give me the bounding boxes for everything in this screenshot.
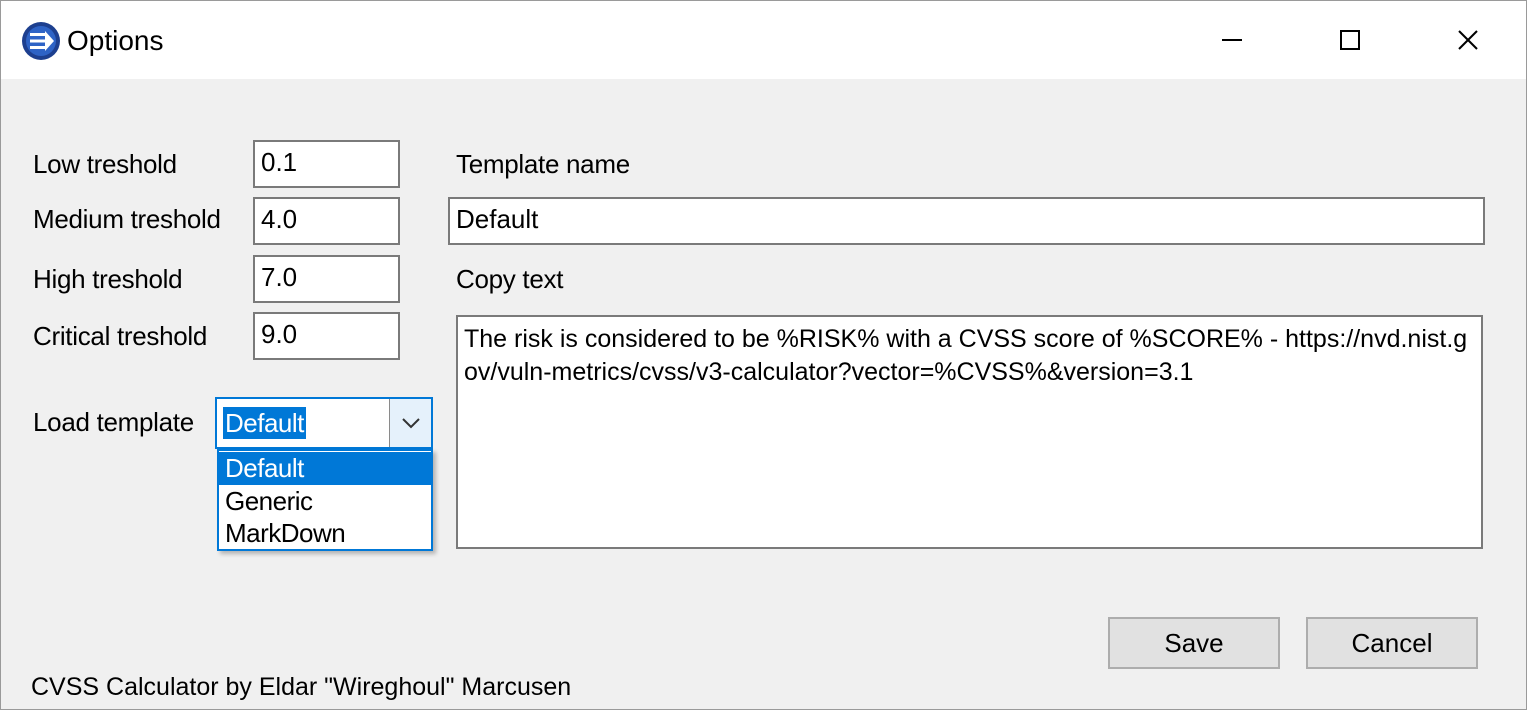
dropdown-option-default[interactable]: Default — [219, 452, 431, 485]
load-template-dropdown-list: Default Generic MarkDown — [217, 449, 433, 551]
low-threshold-input[interactable]: 0.1 — [253, 140, 400, 188]
high-threshold-label: High treshold — [33, 264, 183, 294]
dropdown-option-generic[interactable]: Generic — [219, 485, 431, 518]
cvss-app-icon — [22, 22, 60, 60]
critical-threshold-label: Critical treshold — [33, 321, 208, 351]
close-icon — [1458, 30, 1478, 50]
minimize-icon — [1222, 39, 1242, 41]
options-window: Options Low treshold Medium treshold Hig… — [0, 0, 1527, 710]
low-threshold-label: Low treshold — [33, 149, 177, 179]
credits-text: CVSS Calculator by Eldar "Wireghoul" Mar… — [31, 673, 572, 701]
dropdown-toggle[interactable] — [389, 399, 431, 447]
load-template-selected-value: Default — [223, 407, 306, 439]
chevron-down-icon — [402, 418, 420, 429]
maximize-icon — [1340, 30, 1360, 50]
copy-text-label: Copy text — [456, 264, 564, 294]
dropdown-option-markdown[interactable]: MarkDown — [219, 517, 431, 550]
load-template-select[interactable]: Default — [215, 397, 433, 449]
critical-threshold-input[interactable]: 9.0 — [253, 312, 400, 360]
close-button[interactable] — [1409, 1, 1526, 79]
cancel-button[interactable]: Cancel — [1306, 617, 1478, 669]
title-bar[interactable]: Options — [1, 1, 1526, 79]
high-threshold-input[interactable]: 7.0 — [253, 255, 400, 303]
template-name-input[interactable]: Default — [448, 197, 1485, 245]
window-title: Options — [67, 25, 164, 56]
medium-threshold-label: Medium treshold — [33, 204, 221, 234]
medium-threshold-input[interactable]: 4.0 — [253, 197, 400, 245]
minimize-button[interactable] — [1173, 1, 1291, 79]
copy-text-textarea[interactable]: The risk is considered to be %RISK% with… — [456, 315, 1483, 549]
template-name-label: Template name — [456, 149, 630, 179]
maximize-button[interactable] — [1291, 1, 1409, 79]
load-template-label: Load template — [33, 407, 194, 437]
save-button[interactable]: Save — [1108, 617, 1280, 669]
